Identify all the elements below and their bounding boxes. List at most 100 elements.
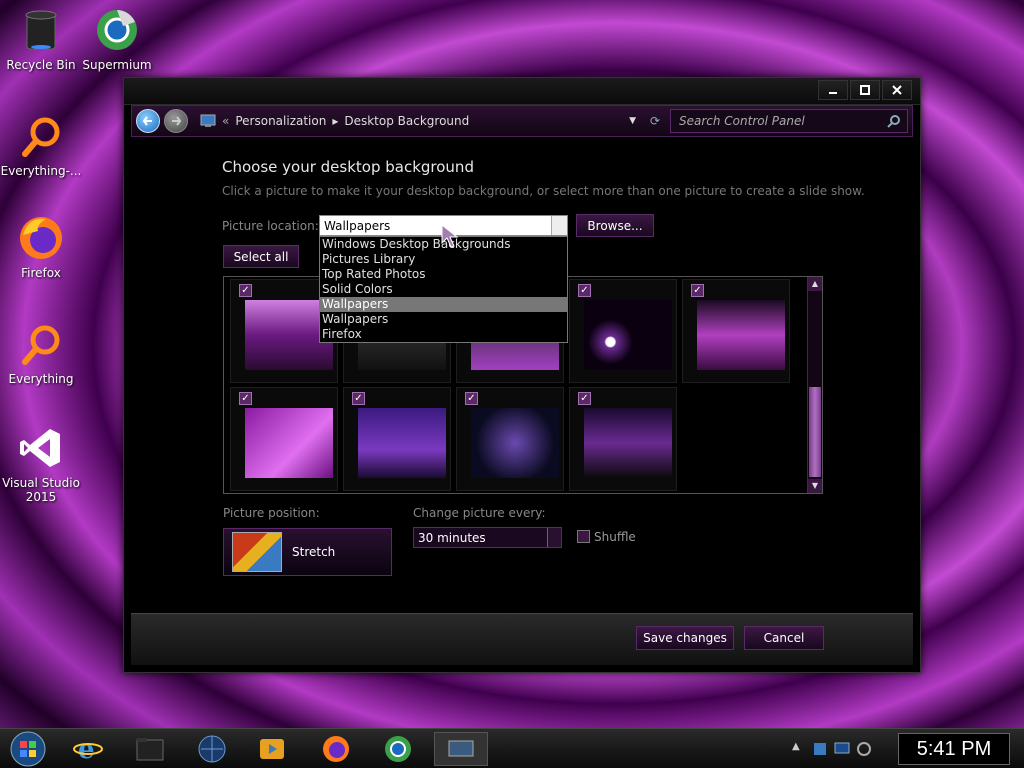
cancel-button[interactable]: Cancel — [744, 626, 824, 650]
page-title: Choose your desktop background — [222, 158, 474, 176]
desktop-icon-label: Supermium — [82, 58, 152, 72]
taskbar-clock[interactable]: 5:41 PM — [898, 733, 1010, 765]
folder-icon — [136, 738, 164, 761]
taskbar-control-panel-active[interactable] — [434, 732, 488, 766]
change-picture-label: Change picture every: — [413, 506, 546, 520]
checkbox-checked-icon[interactable]: ✓ — [465, 392, 478, 405]
chevrons-icon: « — [222, 114, 230, 128]
search-icon — [887, 115, 900, 128]
scroll-down-icon[interactable]: ▼ — [808, 479, 822, 493]
desktop-icon-label: Firefox — [21, 266, 61, 280]
system-tray — [812, 737, 882, 761]
everything-search-icon — [17, 112, 65, 160]
dropdown-option[interactable]: Pictures Library — [320, 252, 567, 267]
start-button[interactable] — [6, 731, 50, 767]
forward-button[interactable] — [164, 109, 188, 133]
desktop-icon-firefox[interactable]: Firefox — [0, 214, 82, 280]
volume-icon[interactable] — [856, 741, 872, 757]
refresh-icon[interactable]: ⟳ — [650, 114, 660, 128]
window-footer: Save changes Cancel — [131, 613, 913, 665]
change-picture-value: 30 minutes — [418, 531, 486, 545]
desktop-icon-label: Recycle Bin — [6, 58, 76, 72]
control-panel-icon — [448, 740, 474, 757]
checkbox-checked-icon[interactable]: ✓ — [352, 392, 365, 405]
globe-icon — [198, 735, 226, 763]
picture-position-select[interactable]: Stretch — [223, 528, 392, 576]
firefox-icon — [17, 214, 65, 262]
everything-search-icon — [17, 320, 65, 368]
desktop-icon-label: Visual Studio 2015 — [2, 476, 80, 504]
taskbar: e ▲ 5:41 PM — [0, 728, 1024, 768]
wallpaper-thumbnail[interactable]: ✓ — [456, 387, 564, 491]
dropdown-option[interactable]: Firefox — [320, 327, 567, 342]
picture-location-value: Wallpapers — [324, 219, 391, 233]
gallery-scrollbar[interactable]: ▲ ▼ — [807, 277, 822, 493]
monitor-icon[interactable] — [834, 741, 850, 757]
dropdown-option[interactable]: Top Rated Photos — [320, 267, 567, 282]
content-area: Choose your desktop background Click a p… — [131, 148, 913, 612]
picture-position-label: Picture position: — [223, 506, 320, 520]
title-bar[interactable] — [124, 78, 920, 105]
desktop-icon-recycle-bin[interactable]: Recycle Bin — [0, 6, 82, 72]
desktop-icon-visual-studio[interactable]: Visual Studio 2015 — [0, 424, 82, 504]
control-panel-icon — [200, 114, 216, 127]
back-button[interactable] — [136, 109, 160, 133]
dropdown-option-selected[interactable]: Wallpapers — [320, 297, 567, 312]
dropdown-option[interactable]: Wallpapers — [320, 312, 567, 327]
taskbar-supermium[interactable] — [376, 732, 420, 766]
checkbox-checked-icon[interactable]: ✓ — [691, 284, 704, 297]
shuffle-label: Shuffle — [594, 530, 636, 544]
picture-location-label: Picture location: — [222, 219, 319, 233]
minimize-button[interactable] — [818, 80, 848, 100]
search-input[interactable]: Search Control Panel — [670, 109, 908, 133]
chevron-down-icon[interactable]: ▼ — [629, 116, 636, 126]
network-icon[interactable] — [812, 741, 828, 757]
show-hidden-icons-icon[interactable]: ▲ — [792, 741, 800, 752]
wallpaper-thumbnail[interactable]: ✓ — [569, 387, 677, 491]
checkbox-checked-icon[interactable]: ✓ — [578, 392, 591, 405]
picture-position-value: Stretch — [292, 545, 336, 559]
recycle-bin-icon — [17, 6, 65, 54]
change-picture-select[interactable]: 30 minutes — [413, 527, 562, 548]
wallpaper-thumbnail[interactable]: ✓ — [569, 279, 677, 383]
breadcrumb-personalization[interactable]: Personalization — [235, 114, 326, 128]
scroll-up-icon[interactable]: ▲ — [808, 277, 822, 291]
visual-studio-icon — [17, 424, 65, 472]
svg-text:e: e — [78, 735, 95, 764]
supermium-icon — [93, 6, 141, 54]
taskbar-globe[interactable] — [190, 732, 234, 766]
arrow-right-icon — [172, 116, 182, 126]
start-orb-icon — [10, 731, 46, 767]
select-all-button[interactable]: Select all — [223, 245, 299, 268]
checkbox-checked-icon[interactable]: ✓ — [239, 284, 252, 297]
wallpaper-thumbnail[interactable]: ✓ — [343, 387, 451, 491]
shuffle-checkbox[interactable] — [577, 530, 590, 543]
close-button[interactable] — [882, 80, 912, 100]
taskbar-folder[interactable] — [128, 732, 172, 766]
breadcrumb-arrow-icon: ▸ — [332, 114, 339, 128]
wallpaper-thumbnail[interactable]: ✓ — [682, 279, 790, 383]
taskbar-media-player[interactable] — [250, 732, 294, 766]
supermium-icon — [385, 736, 411, 762]
desktop-icon-everything-1[interactable]: Everything-... — [0, 112, 82, 178]
taskbar-firefox[interactable] — [314, 732, 358, 766]
arrow-left-icon — [142, 116, 152, 126]
maximize-button[interactable] — [850, 80, 880, 100]
media-player-icon — [260, 739, 284, 759]
checkbox-checked-icon[interactable]: ✓ — [578, 284, 591, 297]
address-field[interactable]: « Personalization ▸ Desktop Background ▼… — [200, 109, 662, 133]
browse-button[interactable]: Browse... — [576, 214, 654, 237]
desktop-icon-label: Everything-... — [0, 164, 82, 178]
wallpaper-thumbnail[interactable]: ✓ — [230, 387, 338, 491]
desktop-icon-label: Everything — [8, 372, 74, 386]
desktop-icon-everything-2[interactable]: Everything — [0, 320, 82, 386]
dropdown-arrow-icon[interactable] — [547, 528, 561, 547]
checkbox-checked-icon[interactable]: ✓ — [239, 392, 252, 405]
save-changes-button[interactable]: Save changes — [636, 626, 734, 650]
scrollbar-thumb[interactable] — [809, 387, 821, 477]
dropdown-option[interactable]: Solid Colors — [320, 282, 567, 297]
breadcrumb-desktop-background[interactable]: Desktop Background — [344, 114, 469, 128]
taskbar-internet-explorer[interactable]: e — [66, 732, 110, 766]
desktop-icon-supermium[interactable]: Supermium — [76, 6, 158, 72]
dropdown-arrow-icon[interactable] — [551, 216, 567, 235]
